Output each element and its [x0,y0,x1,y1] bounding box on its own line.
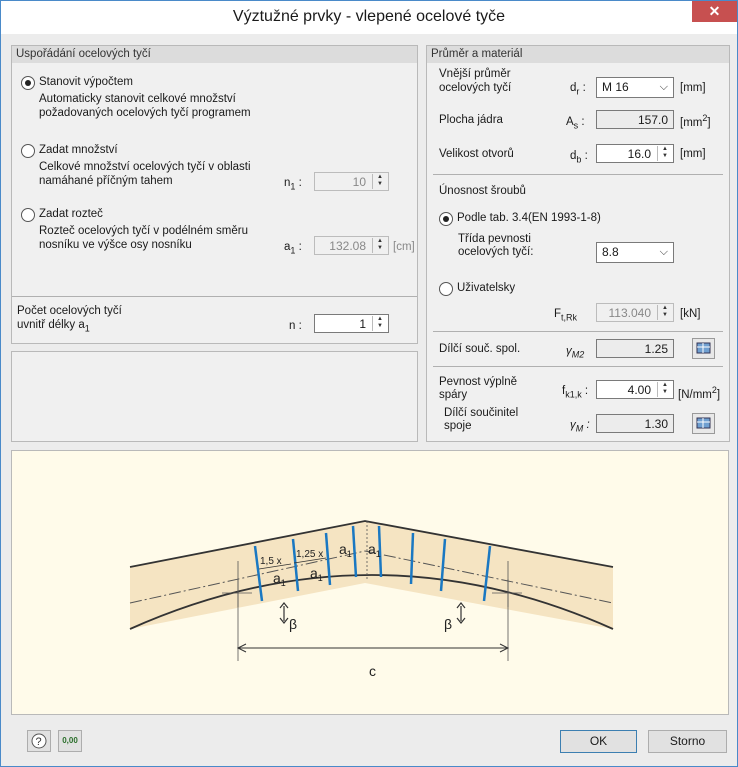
radio-spacing[interactable] [21,208,35,222]
quantity-desc-2: namáhané příčným tahem [39,175,173,187]
class-label-2: ocelových tyčí: [458,246,534,258]
chevron-down-icon: ⌵ [659,246,668,258]
n-spinner[interactable]: ▲ ▼ [372,316,387,331]
diameter-label-2: ocelových tyčí [439,82,512,94]
count-label-2: uvnitř délky a1 [17,319,90,334]
title-bar: Výztužné prvky - vlepené ocelové tyče ✕ [1,1,737,34]
joint-label-1: Dílčí součinitel [444,407,519,419]
radio-table[interactable] [439,212,453,226]
beta-right: β [444,616,452,632]
radio-user[interactable] [439,282,453,296]
help-icon: ? [31,733,47,749]
cancel-button[interactable]: Storno [648,730,727,753]
partial-factor-field: 1.25 [596,339,674,358]
separator [433,174,723,175]
calculator-button[interactable]: 0,00 [58,730,82,752]
radio-calculate[interactable] [21,76,35,90]
calculate-desc-2: požadovaných ocelových tyčí programem [39,107,251,119]
n-symbol: n : [289,320,302,332]
n1-spinner[interactable]: ▲ ▼ [372,174,387,189]
radio-table-label[interactable]: Podle tab. 3.4(EN 1993-1-8) [457,212,601,225]
svg-text:?: ? [36,736,42,748]
gamma-m-symbol: γM : [570,419,590,434]
separator [433,331,723,332]
strength-label-2: spáry [439,389,468,401]
bolt-title: Únosnost šroubů [439,185,526,197]
chevron-down-icon: ⌵ [659,81,668,93]
class-label-1: Třída pevnosti [458,233,531,245]
ok-button[interactable]: OK [560,730,637,753]
beam-diagram: 1,5 x 1,25 x a1 a1 a1 a1 β β c [11,450,729,715]
separator [433,366,723,367]
core-area-field: 157.0 [596,110,674,129]
spacing-desc-1: Rozteč ocelových tyčí v podélném směru [39,225,249,237]
radio-quantity-label[interactable]: Zadat množství [39,144,118,157]
n1-symbol: n1 : [284,177,302,192]
fk1k-symbol: fk1,k : [562,385,589,400]
joint-label-2: spoje [444,420,472,432]
strength-label-1: Pevnost výplně [439,376,517,388]
material-panel: Průměr a materiál Vnější průměr ocelovýc… [426,45,730,442]
core-unit: [mm2] [680,113,711,129]
dialog-window: Výztužné prvky - vlepené ocelové tyče ✕ … [0,0,738,767]
a1-symbol: a1 : [284,241,302,256]
radio-user-label[interactable]: Uživatelsky [457,282,515,295]
db-symbol: db : [570,150,588,165]
quantity-desc-1: Celkové množství ocelových tyčí v oblast… [39,161,251,173]
core-label: Plocha jádra [439,114,503,126]
hole-label: Velikost otvorů [439,148,514,160]
window-title: Výztužné prvky - vlepené ocelové tyče [232,8,506,25]
joint-factor-field: 1.30 [596,414,674,433]
ftrk-symbol: Ft,Rk [554,308,578,323]
hole-spinner[interactable]: ▲ ▼ [657,146,672,161]
count-label-1: Počet ocelových tyčí [17,305,122,317]
empty-panel [11,351,418,442]
a1-unit: [cm] [393,241,415,253]
edit-factor-button[interactable] [692,338,715,359]
n1-input[interactable]: 10 ▲ ▼ [314,172,389,191]
table-icon [696,342,711,354]
a1-input[interactable]: 132.08 ▲ ▼ [314,236,389,255]
hole-size-input[interactable]: 16.0 ▲ ▼ [596,144,674,163]
radio-spacing-label[interactable]: Zadat rozteč [39,208,103,221]
hole-unit: [mm] [680,148,706,160]
strength-class-select[interactable]: 8.8 ⌵ [596,242,674,263]
material-title: Průměr a materiál [427,46,729,63]
spacing-desc-2: nosníku ve výšce osy nosníku [39,239,192,251]
gamma-m2-symbol: γM2 [566,345,585,360]
strength-spinner[interactable]: ▲ ▼ [657,382,672,397]
radio-calculate-label[interactable]: Stanovit výpočtem [39,76,133,89]
help-button[interactable]: ? [27,730,51,752]
close-button[interactable]: ✕ [692,1,737,22]
beta-left: β [289,616,297,632]
edit-joint-button[interactable] [692,413,715,434]
arrangement-panel: Uspořádání ocelových tyčí Stanovit výpoč… [11,45,418,344]
dr-symbol: dr : [570,82,586,97]
label-1-25x: 1,25 x [296,549,323,560]
a1-spinner[interactable]: ▲ ▼ [372,238,387,253]
ftrk-spinner[interactable]: ▲ ▼ [657,305,672,320]
calculate-desc-1: Automaticky stanovit celkové množství [39,93,236,105]
diameter-select[interactable]: M 16 ⌵ [596,77,674,98]
n-input[interactable]: 1 ▲ ▼ [314,314,389,333]
partial-label: Dílčí souč. spol. [439,343,521,355]
label-1-5x: 1,5 x [260,556,282,567]
as-symbol: As : [566,116,585,131]
strength-input[interactable]: 4.00 ▲ ▼ [596,380,674,399]
radio-quantity[interactable] [21,144,35,158]
arrangement-title: Uspořádání ocelových tyčí [12,46,417,63]
label-c: c [369,663,376,679]
beam-illustration: 1,5 x 1,25 x a1 a1 a1 a1 β β c [129,520,614,679]
diameter-unit: [mm] [680,82,706,94]
strength-unit: [N/mm2] [678,385,721,401]
table-icon [696,417,711,429]
diameter-label-1: Vnější průměr [439,68,511,80]
separator [12,296,417,297]
ftrk-unit: [kN] [680,308,701,320]
ftrk-input[interactable]: 113.040 ▲ ▼ [596,303,674,322]
